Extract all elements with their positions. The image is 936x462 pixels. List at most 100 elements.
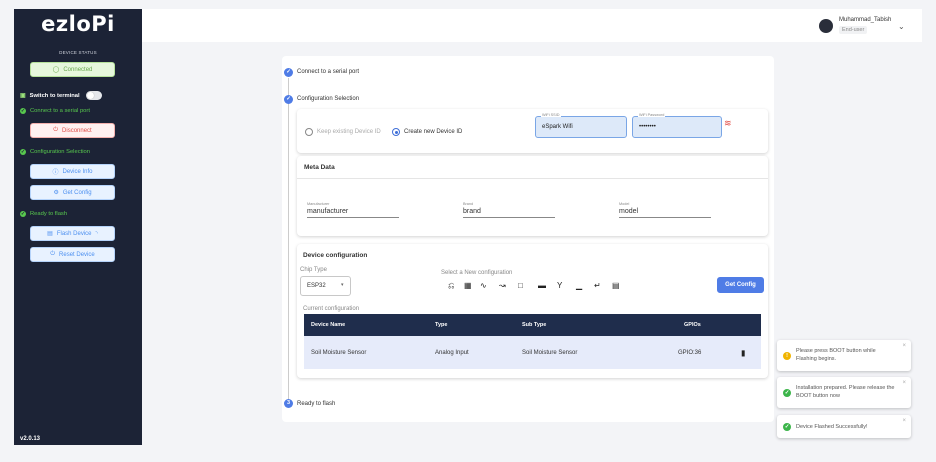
chip-type-select[interactable]: ESP32 ▾ <box>300 276 351 296</box>
config-table-header: Device Name Type Sub Type GPIOs <box>304 314 761 336</box>
type-cell: Analog Input <box>435 349 469 356</box>
connected-label: Connected <box>63 66 93 73</box>
column-header: Device Name <box>311 322 346 328</box>
step-number-icon: 3 <box>284 399 293 408</box>
device-configuration-title: Device configuration <box>303 252 368 259</box>
flash-device-button[interactable]: ▤ Flash Device ◝ <box>30 226 115 241</box>
top-header: Muhammad_Tabish End-user ⌄ <box>142 9 922 42</box>
manufacturer-input[interactable]: manufacturer <box>307 208 399 218</box>
select-new-configuration-label: Select a New configuration <box>441 270 513 276</box>
keep-existing-label: Keep existing Device ID <box>317 129 381 135</box>
reset-device-button[interactable]: ⏻ Reset Device <box>30 247 115 262</box>
switch-to-terminal-row[interactable]: ▣ Switch to terminal <box>20 91 102 100</box>
gear-icon: ⚙ <box>53 190 59 196</box>
step-ready-label: Ready to flash <box>297 401 336 407</box>
toast-message: Please press BOOT button while Flashing … <box>796 348 876 362</box>
brand-label: Brand <box>463 202 474 206</box>
get-config-label: Get Config <box>62 189 92 196</box>
warning-icon: ! <box>783 352 791 360</box>
sidebar: ezloPi DEVICE STATUS ◯ Connected ▣ Switc… <box>14 9 142 445</box>
multi-pin-icon[interactable]: ▤ <box>612 281 620 290</box>
step-config-label: Configuration Selection <box>297 96 360 102</box>
step-serial-label: Connect to a serial port <box>297 69 360 75</box>
model-label: Model <box>619 202 630 206</box>
device-info-label: Device Info <box>62 168 93 175</box>
spi-icon[interactable]: ▁ <box>576 281 582 290</box>
ezlopi-logo: ezloPi <box>41 12 115 36</box>
sidebar-step-serial: ✓ Connect to a serial port <box>20 108 90 114</box>
switch-to-terminal-label: Switch to terminal <box>29 92 80 99</box>
power-icon: ⏻ <box>53 127 59 133</box>
keep-existing-radio[interactable] <box>305 128 313 136</box>
meta-data-card <box>297 156 768 236</box>
flash-icon: ▤ <box>47 231 53 237</box>
other-sensor-icon[interactable]: ↵ <box>594 281 601 290</box>
wifi-ssid-value: eSpark Wifi <box>542 124 573 130</box>
step-complete-icon: ✓ <box>284 95 293 104</box>
i2c-icon[interactable]: Υ <box>557 281 562 290</box>
wifi-off-toggle-visibility-icon[interactable]: ≋ <box>724 118 732 129</box>
toggle-knob <box>86 92 94 99</box>
toast-message: Installation prepared. Please release th… <box>796 385 895 399</box>
gpios-cell: GPIO:36 <box>678 349 702 356</box>
chevron-down-icon[interactable]: ⌄ <box>898 22 905 31</box>
stepper-connector-line <box>288 78 289 400</box>
sidebar-step-ready-label: Ready to flash <box>30 211 68 217</box>
wifi-password-label: WiFi Password <box>638 113 666 117</box>
toast-success: ✓ Installation prepared. Please release … <box>777 377 911 408</box>
brand-input[interactable]: brand <box>463 208 555 218</box>
sidebar-step-config: ✓ Configuration Selection <box>20 149 90 155</box>
manufacturer-label: Manufacturer <box>307 202 330 206</box>
analog-input-icon[interactable]: ↝ <box>499 281 506 290</box>
terminal-icon: ▣ <box>20 93 26 99</box>
onewire-icon[interactable]: ▬ <box>538 281 546 290</box>
close-icon[interactable]: × <box>902 380 906 386</box>
current-configuration-label: Current configuration <box>303 306 360 312</box>
check-circle-icon: ✓ <box>783 423 791 431</box>
power-icon: ⏻ <box>50 251 56 257</box>
wifi-ssid-input[interactable]: WiFi SSID eSpark Wifi <box>535 113 627 138</box>
sidebar-get-config-button[interactable]: ⚙ Get Config <box>30 185 115 200</box>
digital-output-icon[interactable]: ⎌ <box>448 281 454 291</box>
table-row: Soil Moisture Sensor Analog Input Soil M… <box>304 336 761 369</box>
user-role-badge: End-user <box>839 26 868 34</box>
pwm-icon[interactable]: ∿ <box>480 281 487 290</box>
check-circle-icon: ✓ <box>783 389 791 397</box>
chip-type-label: Chip Type <box>300 267 327 273</box>
close-icon[interactable]: × <box>902 418 906 424</box>
chip-type-value: ESP32 <box>307 283 326 289</box>
user-name[interactable]: Muhammad_Tabish <box>839 17 891 23</box>
device-name-cell: Soil Moisture Sensor <box>311 349 367 356</box>
wifi-ssid-label: WiFi SSID <box>541 113 561 117</box>
create-new-label: Create new Device ID <box>404 129 463 135</box>
info-icon: ⓘ <box>52 170 59 176</box>
caret-down-icon: ▾ <box>341 282 344 288</box>
check-icon: ✓ <box>20 149 26 155</box>
check-icon: ✓ <box>20 211 26 217</box>
terminal-toggle[interactable] <box>85 91 102 100</box>
digital-input-icon[interactable]: ▦ <box>464 281 472 290</box>
meta-data-title: Meta Data <box>304 164 335 171</box>
sub-type-cell: Soil Moisture Sensor <box>522 349 578 356</box>
wifi-password-value: •••••••• <box>639 124 656 130</box>
column-header: Type <box>435 322 448 328</box>
column-header: GPIOs <box>684 322 701 328</box>
user-avatar-icon[interactable] <box>819 19 833 33</box>
step-complete-icon: ✓ <box>284 68 293 77</box>
get-config-button[interactable]: Get Config <box>717 277 764 293</box>
toast-message: Device Flashed Successfully! <box>796 424 868 430</box>
disconnect-button[interactable]: ⏻ Disconnect <box>30 123 115 138</box>
uart-icon[interactable]: □ <box>518 281 523 290</box>
sidebar-step-config-label: Configuration Selection <box>30 149 90 155</box>
create-new-radio[interactable] <box>392 128 400 136</box>
close-icon[interactable]: × <box>902 343 906 349</box>
check-circle-icon: ◯ <box>52 67 60 73</box>
wifi-password-input[interactable]: WiFi Password •••••••• <box>632 113 722 138</box>
column-header: Sub Type <box>522 322 547 328</box>
delete-icon[interactable]: ▮ <box>741 348 745 357</box>
flash-device-label: Flash Device <box>56 230 92 237</box>
device-info-button[interactable]: ⓘ Device Info <box>30 164 115 179</box>
reset-device-label: Reset Device <box>59 251 95 258</box>
model-input[interactable]: model <box>619 208 711 218</box>
app-version: v2.0.13 <box>20 436 41 442</box>
